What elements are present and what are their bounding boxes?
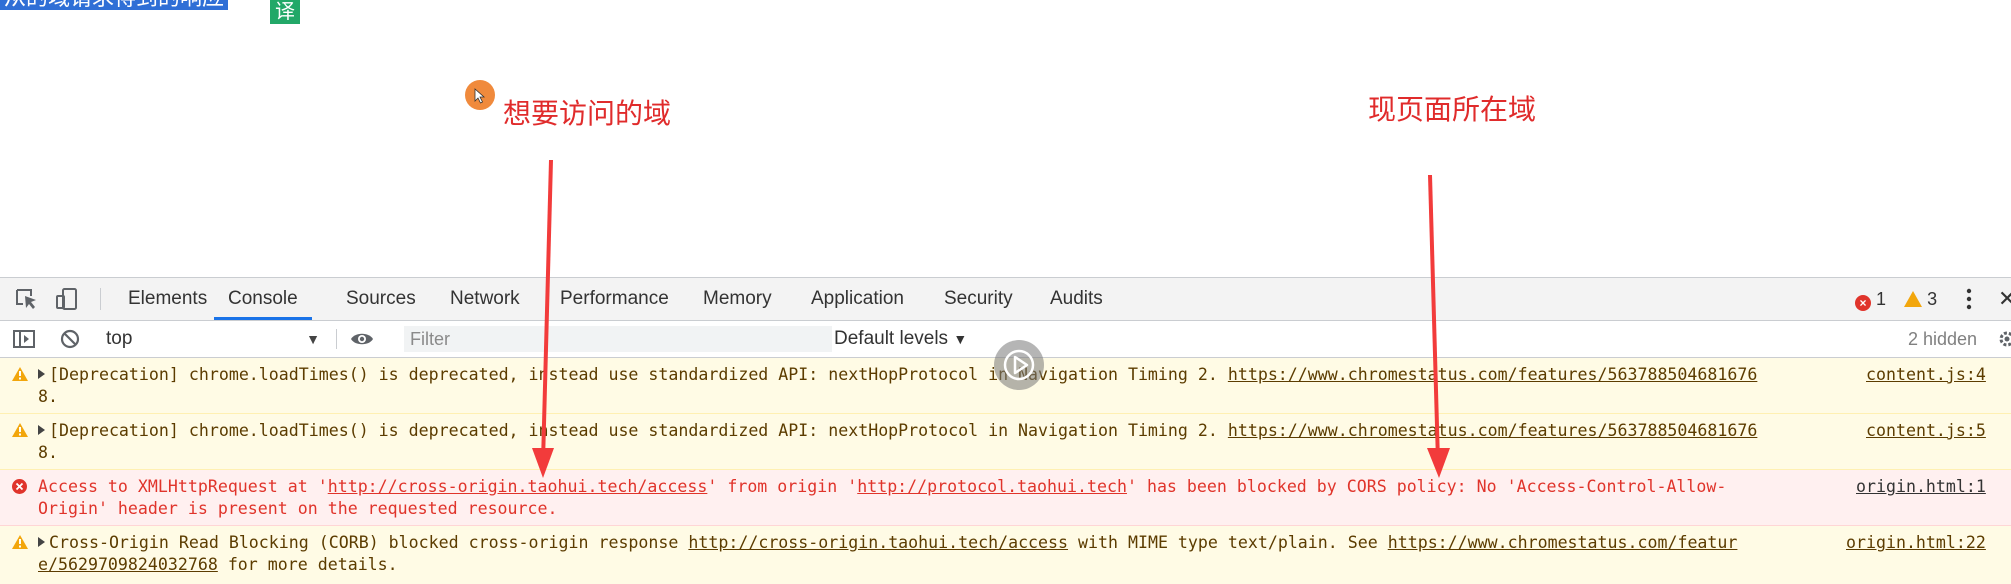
sidebar-toggle-icon[interactable] [12, 328, 36, 350]
message-text: Access to XMLHttpRequest at ' [38, 477, 328, 496]
warning-icon [12, 367, 28, 381]
tab-application[interactable]: Application [811, 278, 904, 320]
message-link[interactable]: https://www.chromestatus.com/features/56… [1228, 421, 1758, 440]
more-options-icon[interactable] [1966, 288, 1972, 310]
tab-security[interactable]: Security [944, 278, 1013, 320]
requested-url-link[interactable]: http://cross-origin.taohui.tech/access [328, 477, 708, 496]
devtools-tabbar: Elements Console Sources Network Perform… [0, 278, 2011, 321]
message-text-continued: 8. [38, 387, 58, 406]
clear-console-icon[interactable] [58, 328, 82, 350]
error-count: 1 [1876, 289, 1887, 309]
expand-arrow-icon[interactable] [38, 369, 45, 379]
tab-console[interactable]: Console [214, 278, 312, 320]
blocked-url-link[interactable]: http://cross-origin.taohui.tech/access [688, 533, 1068, 552]
error-icon [12, 479, 27, 494]
chevron-down-icon: ▼ [306, 331, 320, 347]
message-text: ' has been blocked by CORS policy: No 'A… [1126, 477, 1727, 496]
message-source-link[interactable]: origin.html:1 [1856, 476, 1986, 498]
device-toolbar-icon[interactable] [54, 287, 80, 311]
translate-button[interactable]: 译 [270, 0, 300, 24]
message-text-continued: for more details. [217, 555, 398, 574]
message-link[interactable]: https://www.chromestatus.com/featur [1388, 533, 1738, 552]
live-expression-eye-icon[interactable] [350, 328, 374, 350]
context-selector[interactable]: top ▼ [106, 325, 326, 353]
message-text: [Deprecation] chrome.loadTimes() is depr… [49, 421, 1228, 440]
tab-performance[interactable]: Performance [560, 278, 669, 320]
message-text-continued: 8. [38, 443, 58, 462]
issue-counts[interactable]: × 1 3 [1855, 278, 1937, 320]
chevron-down-icon: ▼ [953, 331, 968, 347]
tab-network[interactable]: Network [450, 278, 520, 320]
console-message-error[interactable]: Access to XMLHttpRequest at 'http://cros… [0, 470, 2011, 526]
filterbar-divider [336, 329, 337, 349]
tab-sources[interactable]: Sources [346, 278, 416, 320]
inspect-element-icon[interactable] [14, 287, 40, 311]
console-settings-gear-icon[interactable] [1998, 330, 2011, 348]
error-icon: × [1855, 295, 1871, 311]
warning-icon [12, 423, 28, 437]
tab-memory[interactable]: Memory [703, 278, 772, 320]
tab-audits[interactable]: Audits [1050, 278, 1103, 320]
selected-text: 从的域请求得到的响应 [0, 0, 229, 10]
context-value: top [106, 328, 133, 349]
message-link-continued[interactable]: e/5629709824032768 [38, 555, 218, 574]
message-link[interactable]: https://www.chromestatus.com/features/56… [1228, 365, 1758, 384]
filter-input[interactable] [404, 326, 832, 352]
message-text: ' from origin ' [707, 477, 858, 496]
close-devtools-icon[interactable]: ✕ [1998, 286, 2011, 312]
tabbar-divider [100, 288, 101, 310]
log-levels-label: Default levels [834, 328, 949, 349]
message-text: [Deprecation] chrome.loadTimes() is depr… [49, 365, 1228, 384]
tab-elements[interactable]: Elements [128, 278, 207, 320]
pointer-arrow-icon [474, 88, 486, 104]
annotation-current-domain: 现页面所在域 [1368, 93, 1537, 126]
warning-icon [12, 535, 28, 549]
log-levels-dropdown[interactable]: Default levels ▼ [834, 321, 967, 357]
message-source-link[interactable]: content.js:5 [1866, 420, 1986, 442]
annotation-target-domain: 想要访问的域 [503, 97, 672, 130]
mouse-cursor-indicator [465, 80, 495, 110]
warning-count: 3 [1927, 289, 1938, 309]
console-message-warning[interactable]: [Deprecation] chrome.loadTimes() is depr… [0, 414, 2011, 470]
page-content: 从的域请求得到的响应 译 想要访问的域 现页面所在域 [0, 0, 2011, 277]
message-text: with MIME type text/plain. See [1068, 533, 1388, 552]
message-text: Cross-Origin Read Blocking (CORB) blocke… [49, 533, 689, 552]
expand-arrow-icon[interactable] [38, 425, 45, 435]
message-source-link[interactable]: origin.html:22 [1846, 532, 1986, 554]
video-play-overlay[interactable] [994, 340, 1044, 390]
origin-url-link[interactable]: http://protocol.taohui.tech [857, 477, 1127, 496]
console-message-warning[interactable]: Cross-Origin Read Blocking (CORB) blocke… [0, 526, 2011, 584]
warning-icon [1904, 291, 1923, 307]
hidden-messages-count: 2 hidden [1908, 329, 1978, 349]
console-messages: [Deprecation] chrome.loadTimes() is depr… [0, 358, 2011, 584]
play-icon [1003, 349, 1035, 381]
message-text-continued: Origin' header is present on the request… [38, 499, 558, 518]
devtools-panel: Elements Console Sources Network Perform… [0, 277, 2011, 584]
message-source-link[interactable]: content.js:4 [1866, 364, 1986, 386]
expand-arrow-icon[interactable] [38, 537, 45, 547]
